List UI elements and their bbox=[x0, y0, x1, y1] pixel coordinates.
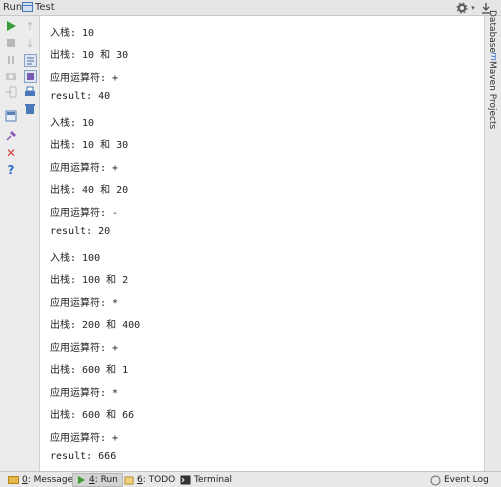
console-line: 应用运算符: + bbox=[50, 163, 119, 174]
terminal-tab-label: Terminal bbox=[194, 475, 233, 485]
terminal-tab[interactable]: Terminal bbox=[176, 473, 236, 487]
console-line: 应用运算符: + bbox=[50, 343, 119, 354]
console-line: result: 666 bbox=[50, 451, 117, 462]
console-line: 入栈: 100 bbox=[50, 253, 101, 264]
close-icon[interactable]: ✕ bbox=[4, 146, 18, 160]
run-config-tab[interactable]: Test bbox=[35, 2, 55, 13]
run-tool-window-title: Run bbox=[3, 2, 23, 13]
run-icon bbox=[78, 476, 85, 484]
console-line: 入栈: 10 bbox=[50, 118, 95, 129]
event-log-tab[interactable]: Event Log bbox=[426, 473, 493, 487]
run-toolbar: ✕ ? ↑ ↓ bbox=[0, 16, 40, 471]
database-panel-tab[interactable]: Database bbox=[487, 10, 497, 53]
settings-gear-icon[interactable] bbox=[455, 1, 469, 15]
console-line: 出栈: 600 和 1 bbox=[50, 365, 129, 376]
soft-wrap-icon[interactable] bbox=[23, 53, 37, 67]
console-line: 入栈: 10 bbox=[50, 28, 95, 39]
todo-tab[interactable]: 6: TODO bbox=[120, 473, 179, 487]
console-line: 应用运算符: * bbox=[50, 298, 119, 309]
stop-icon[interactable] bbox=[4, 36, 18, 50]
console-line: 应用运算符: - bbox=[50, 208, 119, 219]
run-tab-label: : Run bbox=[94, 475, 118, 485]
right-tool-strip: Database m Maven Projects bbox=[484, 10, 501, 471]
run-tab[interactable]: 4: Run bbox=[72, 473, 123, 487]
console-line: 出栈: 10 和 30 bbox=[50, 140, 129, 151]
run-tool-window-header: Run Test ▾ bbox=[0, 0, 501, 16]
console-line: 出栈: 200 和 400 bbox=[50, 320, 141, 331]
maven-projects-panel-tab[interactable]: Maven Projects bbox=[487, 61, 497, 129]
todo-icon bbox=[124, 476, 134, 485]
messages-tab[interactable]: 0: Messages bbox=[4, 473, 82, 487]
event-log-label: Event Log bbox=[444, 475, 489, 485]
exit-icon[interactable] bbox=[4, 85, 18, 99]
pause-icon[interactable] bbox=[4, 53, 18, 67]
camera-icon[interactable] bbox=[4, 69, 18, 83]
console-line: 应用运算符: + bbox=[50, 433, 119, 444]
messages-icon bbox=[8, 476, 19, 484]
console-line: 应用运算符: + bbox=[50, 73, 119, 84]
console-line: 出栈: 40 和 20 bbox=[50, 185, 129, 196]
console-line: 应用运算符: * bbox=[50, 388, 119, 399]
console-line: result: 40 bbox=[50, 91, 111, 102]
tool-window-bar: 0: Messages 4: Run 6: TODO Terminal Even… bbox=[0, 471, 501, 487]
event-log-icon bbox=[430, 475, 441, 485]
help-icon[interactable]: ? bbox=[4, 163, 18, 177]
maven-icon: m bbox=[488, 52, 498, 61]
run-config-icon bbox=[21, 1, 33, 13]
layout-icon[interactable] bbox=[4, 109, 18, 123]
settings-dropdown-icon[interactable]: ▾ bbox=[469, 1, 477, 15]
console-line: 出栈: 100 和 2 bbox=[50, 275, 129, 286]
messages-tab-label: : Messages bbox=[27, 475, 78, 485]
down-arrow-icon[interactable]: ↓ bbox=[23, 36, 37, 50]
console-line: 出栈: 10 和 30 bbox=[50, 50, 129, 61]
rerun-icon[interactable] bbox=[4, 19, 18, 33]
up-arrow-icon[interactable]: ↑ bbox=[23, 19, 37, 33]
pin-icon[interactable] bbox=[4, 129, 18, 143]
console-line: 出栈: 600 和 66 bbox=[50, 410, 135, 421]
todo-tab-label: : TODO bbox=[142, 475, 176, 485]
console-output[interactable]: 入栈: 10 出栈: 10 和 30 应用运算符: + result: 40 入… bbox=[40, 16, 484, 471]
print-icon[interactable] bbox=[23, 85, 37, 99]
scroll-to-end-icon[interactable] bbox=[23, 69, 37, 83]
console-line: result: 20 bbox=[50, 226, 111, 237]
terminal-icon bbox=[180, 475, 191, 485]
clear-all-icon[interactable] bbox=[23, 102, 37, 116]
